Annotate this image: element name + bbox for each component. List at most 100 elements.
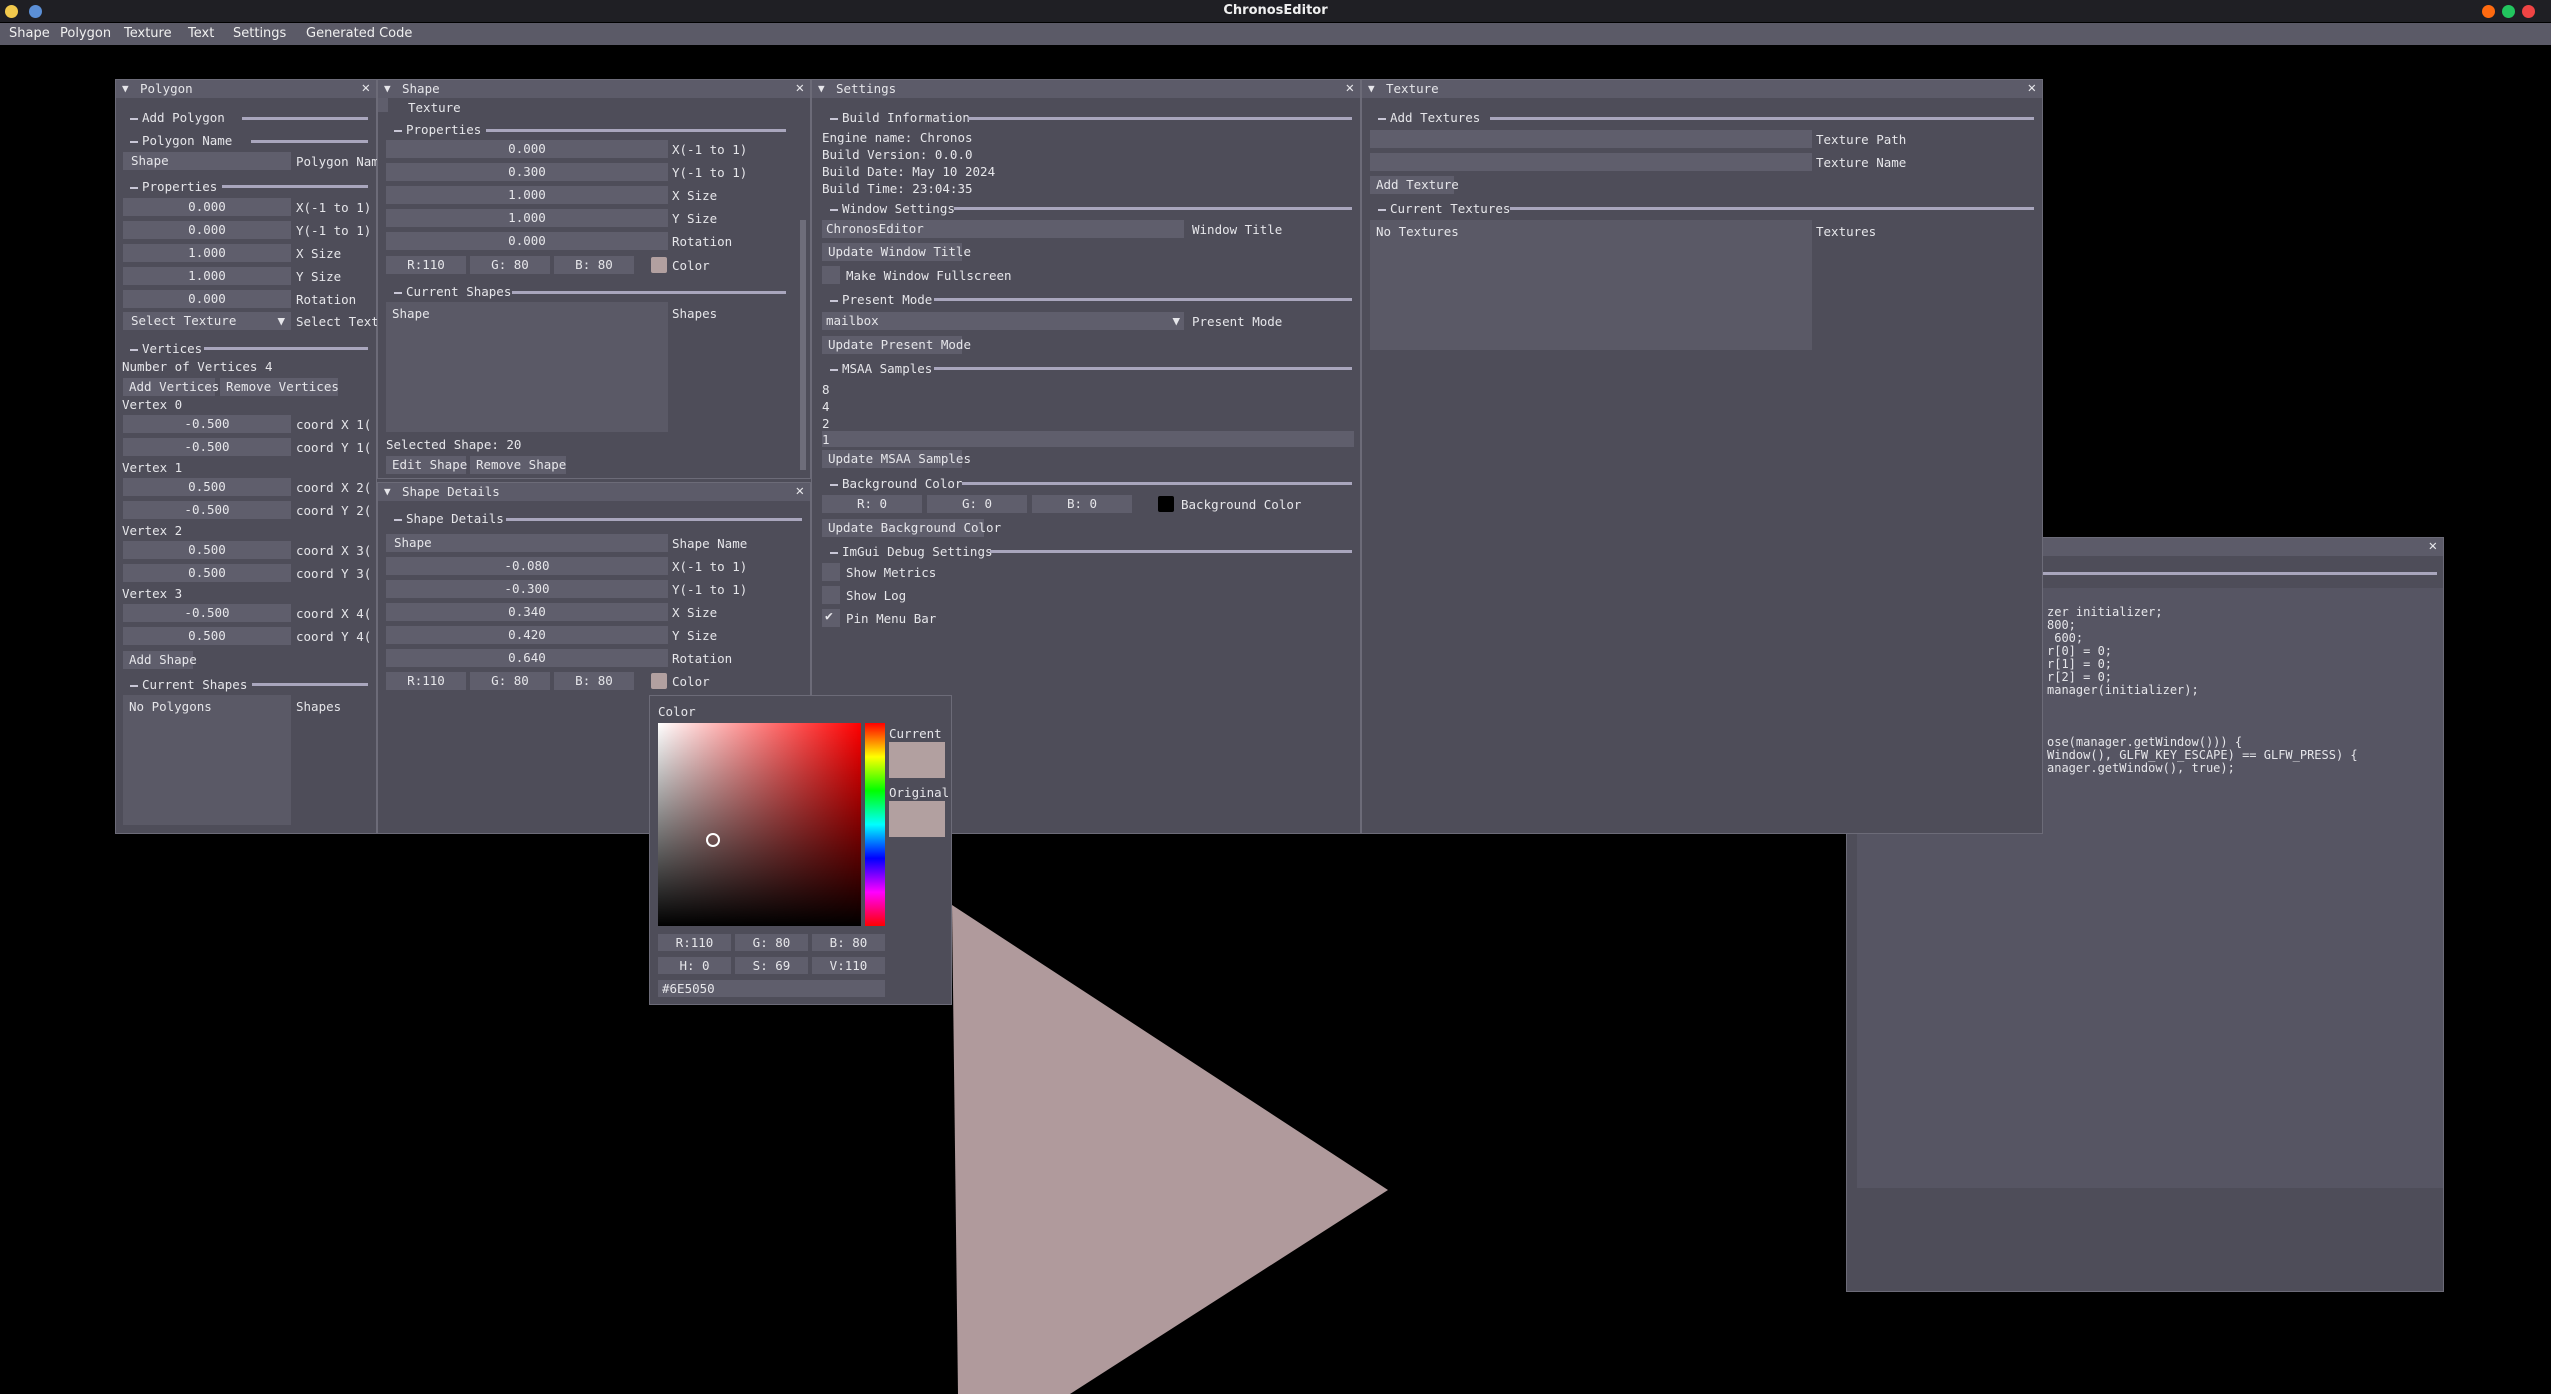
property-input[interactable]: 0.300	[386, 163, 668, 181]
close-icon[interactable]: ✕	[796, 80, 804, 96]
property-input[interactable]: 0.000	[123, 290, 291, 308]
shape-panel-header[interactable]: ▼ Shape ✕	[378, 80, 810, 98]
property-input[interactable]: 0.420	[386, 626, 668, 644]
picker-hue-input[interactable]: H: 0	[658, 957, 731, 974]
collapse-icon[interactable]: ▼	[1368, 82, 1375, 95]
blue-input[interactable]: B: 80	[554, 672, 634, 690]
build-info-header[interactable]: Build Information	[830, 110, 970, 125]
bg-blue-input[interactable]: B: 0	[1032, 495, 1132, 513]
add-textures-header[interactable]: Add Textures	[1377, 110, 1480, 125]
shape-details-header[interactable]: ▼ Shape Details ✕	[378, 483, 810, 501]
property-input[interactable]: 0.000	[123, 221, 291, 239]
vertex-coord-input[interactable]: 0.500	[123, 627, 291, 645]
shape-details-subheader[interactable]: Shape Details	[394, 511, 504, 526]
pin-menu-bar-checkbox[interactable]: ✔	[822, 609, 840, 627]
bg-red-input[interactable]: R: 0	[822, 495, 922, 513]
close-icon[interactable]: ✕	[2028, 80, 2036, 96]
settings-panel-header[interactable]: ▼ Settings ✕	[812, 80, 1360, 98]
msaa-header[interactable]: MSAA Samples	[829, 361, 932, 376]
close-icon[interactable]: ✕	[2429, 538, 2437, 554]
texture-name-input[interactable]	[1370, 153, 1812, 171]
property-input[interactable]: 0.000	[386, 232, 668, 250]
property-input[interactable]: 1.000	[386, 186, 668, 204]
polygon-name-input[interactable]: Shape	[123, 152, 291, 170]
texture-checkbox[interactable]	[378, 98, 388, 112]
update-window-title-button[interactable]: Update Window Title	[822, 243, 971, 261]
imgui-debug-header[interactable]: ImGui Debug Settings	[830, 544, 993, 559]
vertex-coord-input[interactable]: -0.500	[123, 438, 291, 456]
update-msaa-button[interactable]: Update MSAA Samples	[822, 450, 971, 468]
property-input[interactable]: 0.000	[386, 140, 668, 158]
scrollbar[interactable]	[800, 220, 806, 470]
picker-cursor[interactable]	[706, 833, 720, 847]
edit-shape-button[interactable]: Edit Shape	[386, 456, 467, 474]
close-icon[interactable]: ✕	[796, 483, 804, 499]
property-input[interactable]: 0.640	[386, 649, 668, 667]
present-mode-header[interactable]: Present Mode	[829, 292, 932, 307]
select-texture-dropdown[interactable]: Select Texture ▼	[123, 312, 291, 330]
add-polygon-header[interactable]: Add Polygon	[130, 110, 225, 125]
original-color-swatch[interactable]	[889, 801, 945, 837]
current-shapes-header[interactable]: Current Shapes	[129, 677, 247, 692]
color-swatch[interactable]	[651, 257, 667, 273]
polygon-name-header[interactable]: Polygon Name	[129, 133, 232, 148]
property-input[interactable]: 0.000	[123, 198, 291, 216]
green-input[interactable]: G: 80	[470, 256, 550, 274]
property-input[interactable]: -0.080	[386, 557, 668, 575]
show-log-checkbox[interactable]	[822, 586, 840, 604]
bg-color-swatch[interactable]	[1158, 496, 1174, 512]
add-shape-button[interactable]: Add Shape	[123, 651, 197, 669]
vertices-header[interactable]: Vertices	[129, 341, 202, 356]
update-present-mode-button[interactable]: Update Present Mode	[822, 336, 971, 354]
collapse-icon[interactable]: ▼	[384, 82, 391, 95]
close-icon[interactable]: ✕	[362, 80, 370, 96]
picker-green-input[interactable]: G: 80	[735, 934, 808, 951]
blue-input[interactable]: B: 80	[554, 256, 634, 274]
collapse-icon[interactable]: ▼	[384, 485, 391, 498]
picker-blue-input[interactable]: B: 80	[812, 934, 885, 951]
close-icon[interactable]: ✕	[1346, 80, 1354, 96]
bg-green-input[interactable]: G: 0	[927, 495, 1027, 513]
window-settings-header[interactable]: Window Settings	[830, 201, 955, 216]
texture-panel-header[interactable]: ▼ Texture ✕	[1362, 80, 2042, 98]
vertex-coord-input[interactable]: -0.500	[123, 604, 291, 622]
texture-path-input[interactable]	[1370, 130, 1812, 148]
property-input[interactable]: -0.300	[386, 580, 668, 598]
polygon-panel-header[interactable]: ▼ Polygon ✕	[116, 80, 376, 98]
red-input[interactable]: R:110	[386, 672, 466, 690]
property-input[interactable]: 1.000	[123, 267, 291, 285]
properties-header[interactable]: Properties	[393, 122, 481, 137]
vertex-coord-input[interactable]: 0.500	[123, 564, 291, 582]
msaa-option[interactable]: 4	[822, 399, 830, 414]
picker-hex-input[interactable]: #6E5050	[658, 980, 885, 997]
msaa-option[interactable]: 2	[822, 416, 830, 431]
fullscreen-checkbox[interactable]	[822, 266, 840, 284]
saturation-value-square[interactable]	[658, 723, 861, 926]
properties-header[interactable]: Properties	[129, 179, 217, 194]
red-input[interactable]: R:110	[386, 256, 466, 274]
remove-vertices-button[interactable]: Remove Vertices	[220, 378, 339, 396]
window-title-input[interactable]: ChronosEditor	[822, 220, 1184, 238]
msaa-option[interactable]: 8	[822, 382, 830, 397]
current-textures-header[interactable]: Current Textures	[1377, 201, 1510, 216]
remove-shape-button[interactable]: Remove Shape	[470, 456, 566, 474]
picker-red-input[interactable]: R:110	[658, 934, 731, 951]
shape-name-input[interactable]: Shape	[386, 534, 668, 552]
picker-sat-input[interactable]: S: 69	[735, 957, 808, 974]
polygons-list[interactable]: No Polygons	[123, 695, 291, 825]
background-color-header[interactable]: Background Color	[829, 476, 962, 491]
vertex-coord-input[interactable]: 0.500	[123, 541, 291, 559]
add-vertices-button[interactable]: Add Vertices	[123, 378, 219, 396]
show-metrics-checkbox[interactable]	[822, 563, 840, 581]
green-input[interactable]: G: 80	[470, 672, 550, 690]
textures-list[interactable]: No Textures	[1370, 220, 1812, 350]
msaa-option-selected[interactable]: 1	[822, 431, 1354, 447]
add-texture-button[interactable]: Add Texture	[1370, 176, 1459, 194]
vertex-coord-input[interactable]: -0.500	[123, 501, 291, 519]
shapes-list[interactable]: Shape	[386, 302, 668, 432]
vertex-coord-input[interactable]: 0.500	[123, 478, 291, 496]
property-input[interactable]: 0.340	[386, 603, 668, 621]
current-shapes-header[interactable]: Current Shapes	[393, 284, 511, 299]
update-background-button[interactable]: Update Background Color	[822, 519, 1001, 537]
vertex-coord-input[interactable]: -0.500	[123, 415, 291, 433]
